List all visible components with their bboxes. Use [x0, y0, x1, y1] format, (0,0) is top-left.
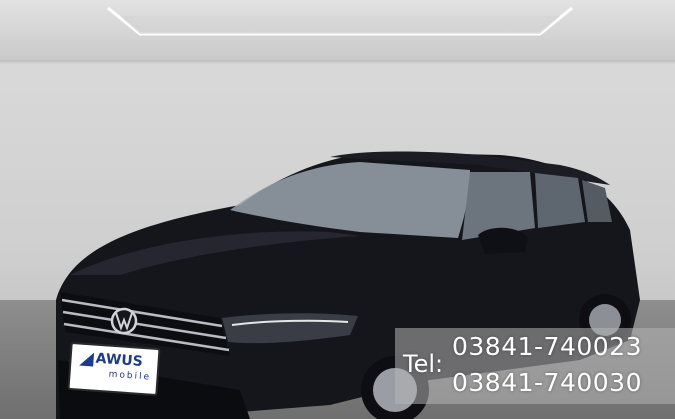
license-plate: AWUS mobile [67, 341, 161, 397]
side-window-rear [535, 173, 585, 228]
dealer-logo-icon [79, 351, 95, 367]
phone-label: Tel: [403, 350, 444, 378]
phone-number-1: 03841-740023 [452, 332, 642, 361]
photo-stage: AWUS mobile Tel: 03841-740023 03841-7400… [0, 0, 675, 419]
phone-number-2: 03841-740030 [452, 368, 642, 397]
phone-overlay: Tel: 03841-740023 03841-740030 [395, 328, 675, 404]
ceiling-panel [120, 16, 560, 34]
plate-subtext: mobile [108, 369, 152, 383]
plate-brand: AWUS [95, 350, 144, 370]
